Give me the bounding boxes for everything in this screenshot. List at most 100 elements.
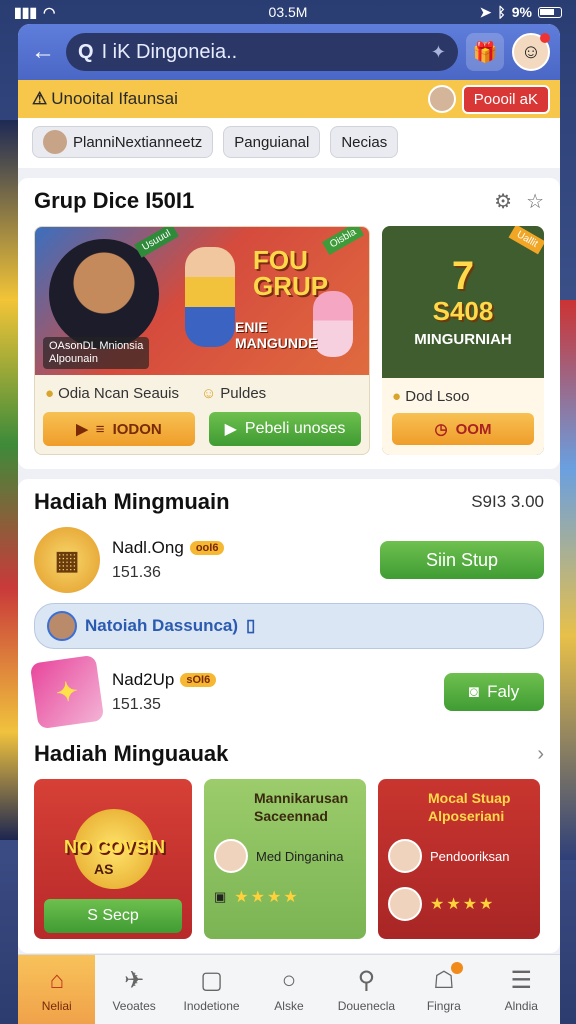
grid-card-3-title: Mocal Stuap Alposeriani bbox=[428, 789, 530, 825]
play-icon: ▶ bbox=[224, 421, 237, 438]
nav-item-4[interactable]: ○ Alske bbox=[250, 955, 327, 1024]
settings-icon[interactable]: ⚙ bbox=[494, 189, 512, 214]
coin-icon: ● bbox=[45, 385, 55, 402]
grid-card-1-sub: AS bbox=[94, 861, 114, 877]
notification-dot bbox=[450, 962, 463, 974]
promo-meta: ● Odia Ncan Seauis ☺ Puldes bbox=[35, 375, 369, 406]
grid-card-2-title-1: Mannikarusan bbox=[254, 790, 349, 806]
chevron-right-icon[interactable]: › bbox=[537, 743, 544, 766]
status-left: ▮▮▮ ◠ bbox=[14, 4, 55, 21]
reward-value-1: 151.36 bbox=[112, 564, 161, 581]
coin-icon: ● bbox=[392, 388, 402, 405]
rating-stars-icon: ★★★★ bbox=[234, 889, 300, 907]
notice-action-button[interactable]: Poooil aK bbox=[461, 84, 550, 114]
chip-2[interactable]: Panguianal bbox=[223, 126, 321, 158]
location-icon: ➤ bbox=[479, 3, 492, 20]
chip-label: PlanniNextianneetz bbox=[73, 133, 203, 151]
side-label: MINGURNIAH bbox=[414, 331, 512, 348]
nav-label: Alndia bbox=[504, 999, 538, 1013]
promo-green-label: Pebeli unoses bbox=[244, 420, 346, 437]
back-arrow-icon[interactable]: ← bbox=[28, 38, 58, 66]
card-icon: ✦ bbox=[29, 654, 105, 730]
profile-avatar[interactable]: ☺ bbox=[512, 33, 550, 71]
promo-caption-line-1: OAsonDL Mnionsia bbox=[49, 339, 144, 352]
promo-headline: FOU GRUP bbox=[253, 245, 329, 301]
side-number: 7 bbox=[451, 254, 475, 298]
reward-row-1: ▦ Nadl.Ong ooI6 151.36 Siin Stup bbox=[34, 527, 544, 593]
status-time: 03.5M bbox=[268, 4, 308, 20]
app-panel: ← Q ✦ 🎁 ☺ ⚠ Unooital Ifaunsai Poooil aK … bbox=[18, 24, 560, 1024]
promo-main[interactable]: Usuuul Oisbla FOU GRUP ENIE MANGUNDE OAs… bbox=[34, 226, 370, 455]
side-ribbon: Uallit bbox=[508, 226, 544, 255]
nav-item-3[interactable]: ▢ Inodetione bbox=[173, 955, 250, 1024]
promo-sub-line-1: ENIE bbox=[235, 319, 268, 335]
weekly-header: Hadiah Mingmuain S9I3 3.00 bbox=[34, 489, 544, 515]
puzzle-icon[interactable]: ✦ bbox=[431, 42, 446, 63]
grid-card-1-button[interactable]: S Secp bbox=[44, 899, 182, 933]
info-strip[interactable]: Natoiah Dassunca) ▯ bbox=[34, 603, 544, 649]
star-icon[interactable]: ☆ bbox=[526, 189, 544, 214]
grid-card-3-title-1: Mocal Stuap bbox=[428, 790, 511, 806]
side-meta: ● Dod Lsoo ◷ OOM bbox=[382, 378, 544, 455]
nav-item-5[interactable]: ⚲ Douenecla bbox=[328, 955, 405, 1024]
play-icon: ▶ bbox=[76, 421, 88, 438]
menu-lines-icon: ≡ bbox=[95, 420, 105, 438]
chip-3[interactable]: Necias bbox=[330, 126, 399, 158]
promo-subheadline: ENIE MANGUNDE bbox=[235, 319, 317, 351]
top-bar: ← Q ✦ 🎁 ☺ bbox=[18, 24, 560, 80]
promo-row: Usuuul Oisbla FOU GRUP ENIE MANGUNDE OAs… bbox=[34, 226, 544, 455]
nav-label: Inodetione bbox=[183, 999, 240, 1013]
background-art-right bbox=[558, 300, 576, 860]
grid-card-3[interactable]: Mocal Stuap Alposeriani Pendooriksan ★★★… bbox=[378, 779, 540, 939]
reward-row-2: ✦ Nad2Up sOI6 151.35 ◙ Faly bbox=[29, 654, 544, 730]
home-icon: ⌂ bbox=[49, 966, 64, 994]
menu-icon: ☰ bbox=[510, 967, 532, 994]
nav-label: Fingra bbox=[426, 999, 461, 1013]
grid-card-1[interactable]: NO COVSIN AS S Secp bbox=[34, 779, 192, 939]
battery-icon bbox=[538, 6, 562, 18]
clock-icon: ◷ bbox=[434, 421, 448, 438]
info-avatar bbox=[47, 611, 77, 641]
weekly2-title: Hadiah Minguauak bbox=[34, 741, 229, 766]
chip-avatar bbox=[43, 130, 67, 154]
grid-card-3-avatar-2 bbox=[388, 887, 422, 922]
promo-green-button[interactable]: ▶ Pebeli unoses bbox=[209, 412, 361, 446]
search-input[interactable] bbox=[101, 40, 423, 64]
reward-action-label-2: Faly bbox=[487, 682, 520, 701]
grid-card-2[interactable]: Mannikarusan Saceennad Med Dinganina ▣ ★… bbox=[204, 779, 366, 939]
reward-name-1: Nadl.Ong bbox=[112, 538, 184, 557]
nav-item-6[interactable]: ☖ Fingra bbox=[405, 955, 482, 1024]
chip-1[interactable]: PlanniNextianneetz bbox=[32, 126, 214, 158]
reward-action-button-1[interactable]: Siin Stup bbox=[380, 541, 544, 579]
reward-action-button-2[interactable]: ◙ Faly bbox=[444, 673, 544, 711]
bluetooth-icon: ᛒ bbox=[497, 4, 506, 20]
nav-item-home[interactable]: ⌂ Neliai bbox=[18, 955, 96, 1024]
grid-card-3-avatar bbox=[388, 839, 422, 874]
treasure-icon: ▣ bbox=[214, 889, 227, 905]
reward-badge-2: sOI6 bbox=[180, 673, 217, 687]
notification-dot bbox=[540, 33, 550, 43]
grid-card-2-row: Med Dinganina bbox=[214, 839, 356, 874]
side-button[interactable]: ◷ OOM bbox=[392, 413, 534, 445]
grid-card-2-title: Mannikarusan Saceennad bbox=[254, 789, 356, 825]
search-icon: Q bbox=[78, 40, 94, 63]
nav-item-2[interactable]: ✈ Veoates bbox=[95, 955, 172, 1024]
signal-icon: ▮▮▮ bbox=[14, 3, 38, 20]
smile-icon: ☺ bbox=[200, 385, 217, 402]
search-bar[interactable]: Q ✦ bbox=[66, 33, 458, 71]
grid-card-2-title-2: Saceennad bbox=[254, 808, 328, 825]
nav-label: Veoates bbox=[112, 999, 156, 1013]
weekly-title: Hadiah Mingmuain bbox=[34, 489, 230, 514]
camera-icon: ◙ bbox=[468, 682, 480, 701]
grid-card-3-stars-row: ★★★★ bbox=[388, 887, 530, 922]
nav-label: Alske bbox=[274, 998, 304, 1013]
nav-item-7[interactable]: ☰ Alndia bbox=[483, 955, 560, 1024]
reward-badge-1: ooI6 bbox=[189, 541, 225, 555]
gift-icon[interactable]: 🎁 bbox=[466, 33, 504, 71]
promo-side[interactable]: Uallit 7 S408 MINGURNIAH ● Dod Lsoo ◷ OOM bbox=[382, 226, 544, 455]
grid-card-3-title-2: Alposeriani bbox=[428, 808, 505, 825]
promo-orange-button[interactable]: ▶ ≡ IODON bbox=[43, 412, 195, 446]
circle-icon: ○ bbox=[281, 966, 297, 994]
promo-buttons: ▶ ≡ IODON ▶ Pebeli unoses bbox=[35, 406, 369, 454]
status-bar: ▮▮▮ ◠ 03.5M ➤ ᛒ 9% bbox=[0, 0, 576, 24]
